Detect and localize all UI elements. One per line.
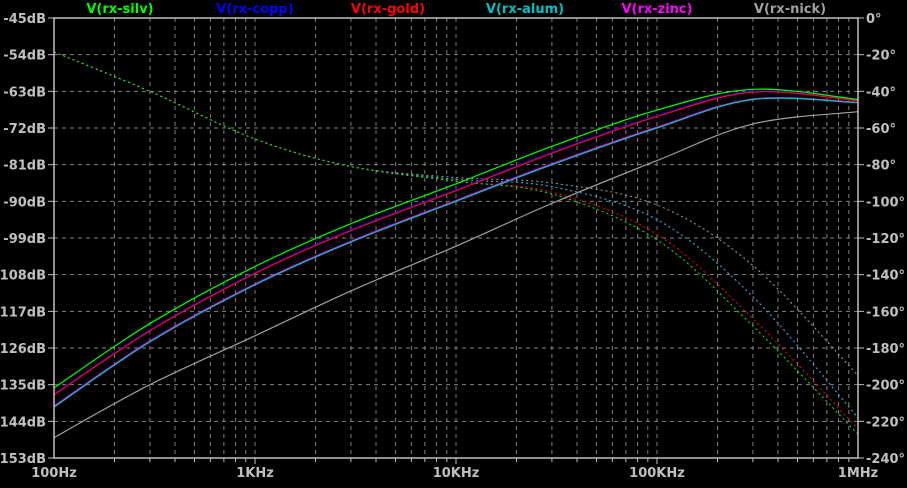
y-tick-label-left: -90dB — [3, 195, 46, 210]
y-tick-label-left: -144dB — [0, 415, 46, 430]
y-tick-label-right: -60° — [866, 122, 896, 137]
y-tick-label-right: -200° — [866, 379, 905, 394]
x-tick-label: 1KHz — [236, 466, 274, 481]
y-tick-label-right: -160° — [866, 305, 905, 320]
y-tick-label-left: -126dB — [0, 342, 46, 357]
x-tick-label: 100KHz — [629, 466, 685, 481]
y-tick-label-left: -117dB — [0, 305, 46, 320]
y-tick-label-right: -180° — [866, 342, 905, 357]
legend-entry: V(rx-nick) — [754, 2, 826, 17]
legend-entry: V(rx-copp) — [216, 2, 293, 17]
x-tick-label: 10KHz — [433, 466, 480, 481]
y-tick-label-right: -80° — [866, 159, 896, 174]
bode-plot: -45dB 0° -54dB -20° -63dB -40° -72dB -60° -81dB -… — [0, 2, 905, 481]
y-tick-label-left: -135dB — [0, 379, 46, 394]
y-tick-label-right: -140° — [866, 269, 905, 284]
x-tick-label: 100Hz — [31, 466, 77, 481]
y-tick-label-right: -40° — [866, 85, 896, 100]
legend-entry: V(rx-gold) — [351, 2, 425, 17]
y-tick-label-right: -240° — [866, 452, 905, 467]
tick-labels: -45dB 0° -54dB -20° -63dB -40° -72dB -60° -81dB -… — [0, 12, 905, 481]
legend-entry: V(rx-zinc) — [621, 2, 692, 17]
grid — [48, 17, 864, 464]
y-tick-label-left: -54dB — [3, 49, 46, 64]
x-tick-label: 1MHz — [838, 466, 878, 481]
y-tick-label-right: -120° — [866, 232, 905, 247]
y-tick-label-left: -153dB — [0, 452, 46, 467]
y-tick-label-left: -81dB — [3, 159, 46, 174]
y-tick-label-right: -220° — [866, 415, 905, 430]
y-tick-label-left: -72dB — [3, 122, 46, 137]
legend: V(rx-silv) V(rx-copp) V(rx-gold) V(rx-alum)… — [86, 2, 826, 17]
y-tick-label-right: -20° — [866, 49, 896, 64]
y-tick-label-right: -100° — [866, 195, 905, 210]
legend-entry: V(rx-alum) — [486, 2, 564, 17]
y-tick-label-left: -63dB — [3, 85, 46, 100]
y-tick-label-left: -45dB — [3, 12, 46, 27]
legend-entry: V(rx-silv) — [86, 2, 153, 17]
y-tick-label-left: -108dB — [0, 269, 46, 284]
y-tick-label-left: -99dB — [3, 232, 46, 247]
y-tick-label-right: 0° — [866, 12, 882, 27]
